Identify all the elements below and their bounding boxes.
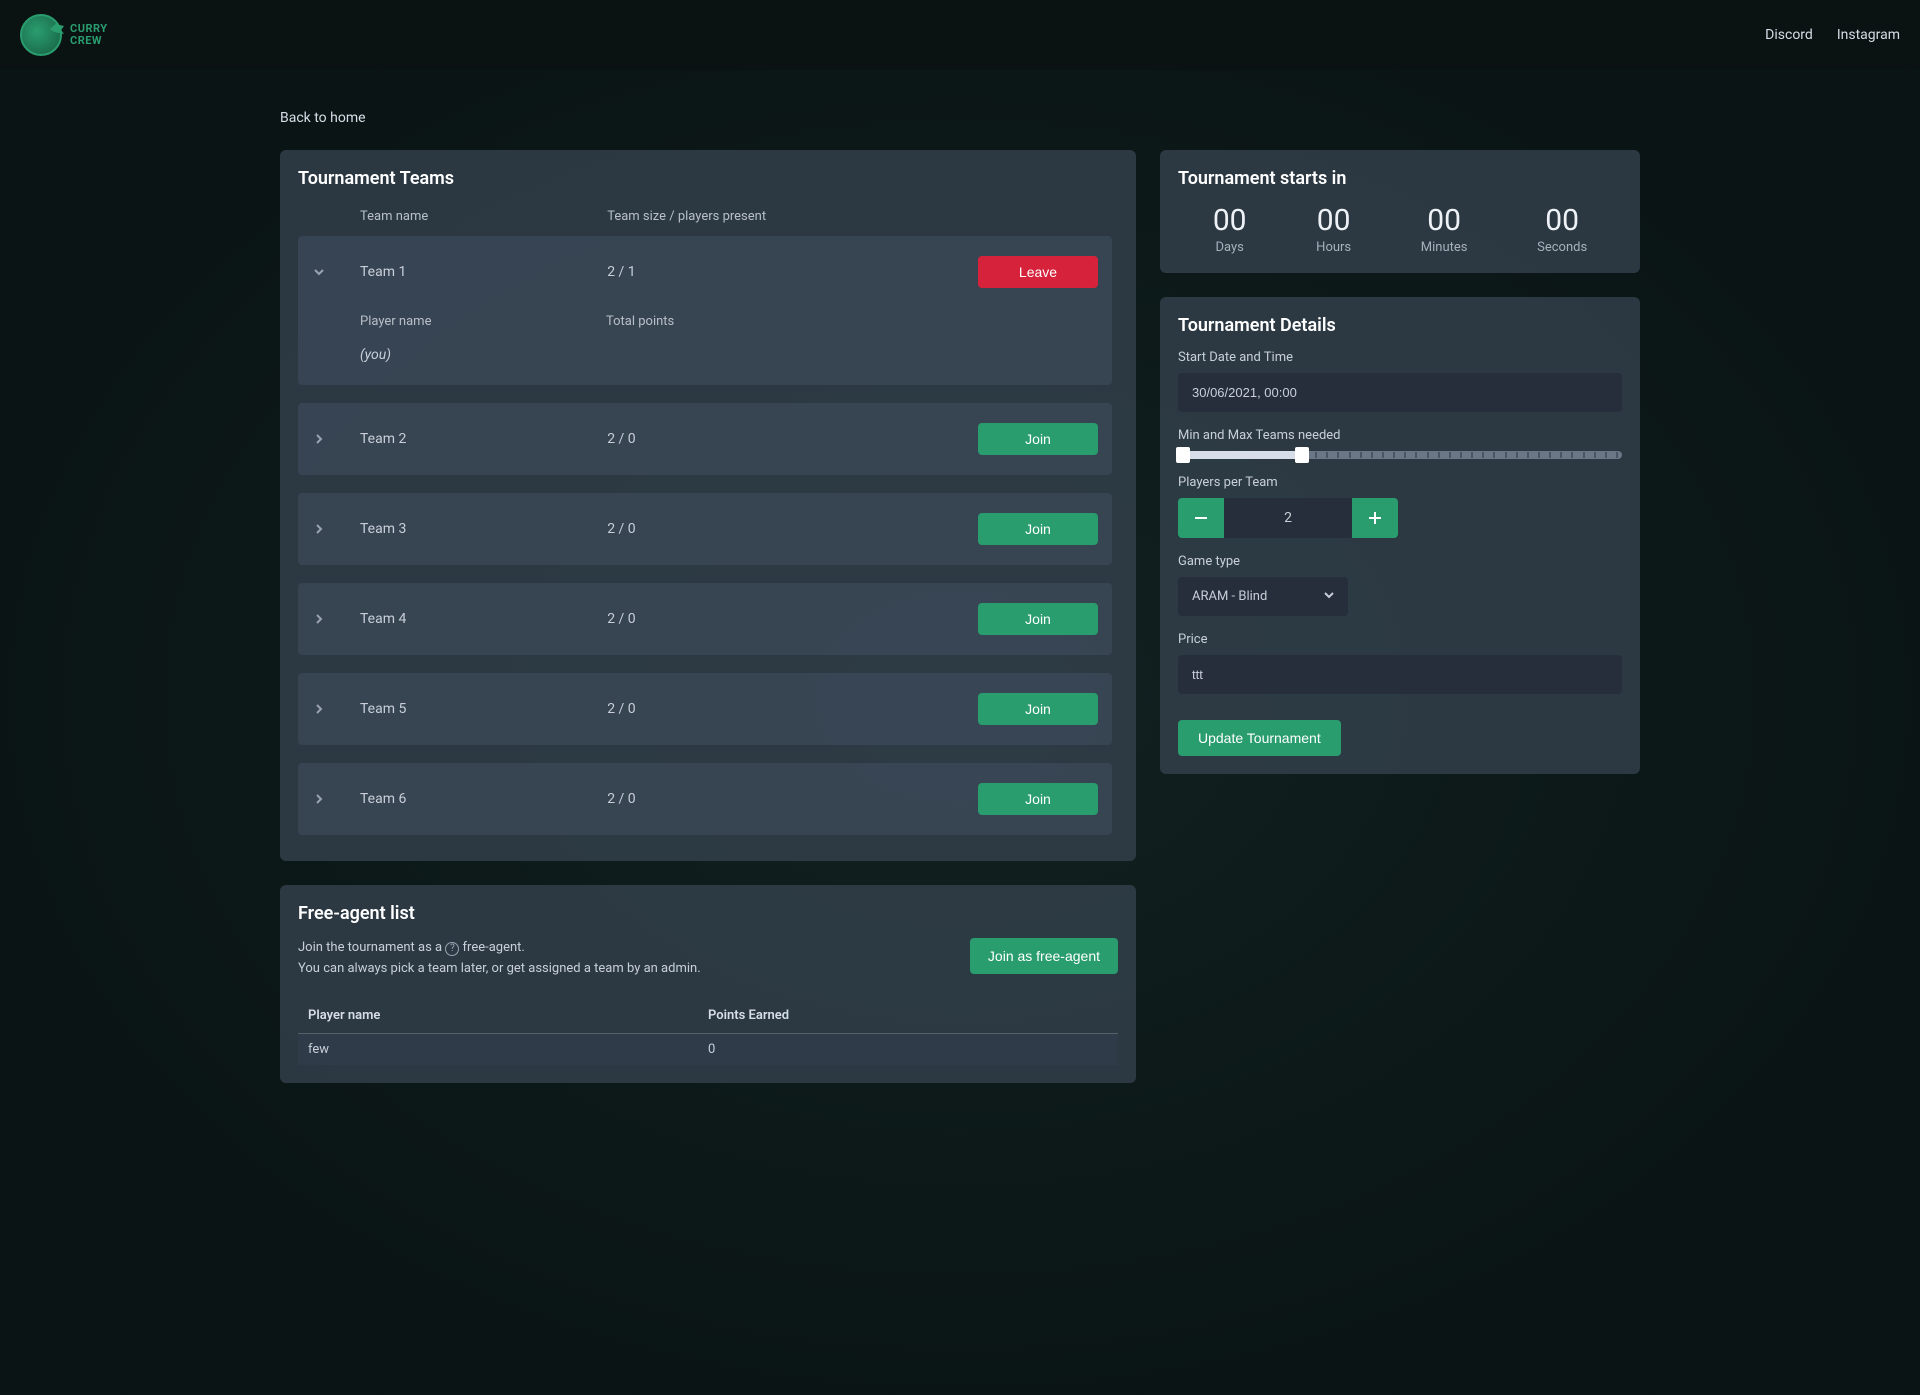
fa-row-points: 0 — [708, 1042, 1108, 1057]
teams-scroll[interactable]: Team name Team size / players present Te… — [298, 203, 1112, 843]
start-date-input[interactable] — [1178, 373, 1622, 412]
countdown-label: Minutes — [1421, 240, 1468, 255]
team-size: 2 / 0 — [607, 431, 978, 447]
team-row: Team 5 2 / 0 Join — [298, 673, 1112, 745]
teams-card-title: Tournament Teams — [298, 168, 1112, 189]
topbar: CURRY CREW Discord Instagram — [0, 0, 1920, 70]
back-to-home-link[interactable]: Back to home — [280, 110, 366, 126]
team-name: Team 3 — [360, 521, 607, 537]
stepper-decrement-button[interactable] — [1178, 498, 1224, 538]
player-col-points: Total points — [606, 314, 852, 329]
stepper-value: 2 — [1224, 498, 1352, 538]
gametype-label: Game type — [1178, 554, 1622, 569]
chevron-down-icon — [1322, 588, 1336, 606]
team-row: Team 2 2 / 0 Join — [298, 403, 1112, 475]
team-name: Team 5 — [360, 701, 607, 717]
teams-col-size: Team size / players present — [607, 209, 978, 224]
team-size: 2 / 0 — [607, 521, 978, 537]
teams-header: Team name Team size / players present — [298, 203, 1112, 236]
free-agent-card: Free-agent list Join the tournament as a… — [280, 885, 1136, 1083]
expand-team-icon[interactable] — [312, 522, 360, 536]
free-agent-title: Free-agent list — [298, 903, 1118, 924]
join-team-button[interactable]: Join — [978, 693, 1098, 725]
nav-link-discord[interactable]: Discord — [1765, 27, 1813, 43]
countdown-segment: 00 Seconds — [1537, 203, 1587, 255]
teams-range-label: Min and Max Teams needed — [1178, 428, 1622, 443]
leave-team-button[interactable]: Leave — [978, 256, 1098, 288]
countdown-segment: 00 Hours — [1316, 203, 1351, 255]
expand-team-icon[interactable] — [312, 432, 360, 446]
player-col-name: Player name — [360, 314, 606, 329]
team-size: 2 / 0 — [607, 701, 978, 717]
team-size: 2 / 0 — [607, 611, 978, 627]
team-size: 2 / 1 — [607, 264, 978, 280]
countdown-value: 00 — [1213, 203, 1247, 238]
team-row: Team 4 2 / 0 Join — [298, 583, 1112, 655]
join-team-button[interactable]: Join — [978, 513, 1098, 545]
start-date-label: Start Date and Time — [1178, 350, 1622, 365]
countdown-card: Tournament starts in 00 Days 00 Hours 00 Minu… — [1160, 150, 1640, 273]
tournament-details-card: Tournament Details Start Date and Time M… — [1160, 297, 1640, 774]
players-stepper: 2 — [1178, 498, 1398, 538]
price-input[interactable] — [1178, 655, 1622, 694]
brand-mark-icon — [20, 14, 62, 56]
teams-col-name: Team name — [360, 209, 607, 224]
range-thumb-min[interactable] — [1176, 447, 1190, 463]
expand-team-icon[interactable] — [312, 702, 360, 716]
team-row: Team 6 2 / 0 Join — [298, 763, 1112, 835]
free-agent-description: Join the tournament as a ? free-agent. Y… — [298, 938, 701, 980]
brand-text: CURRY CREW — [70, 23, 108, 47]
details-title: Tournament Details — [1178, 315, 1622, 336]
brand-logo[interactable]: CURRY CREW — [20, 14, 108, 56]
tournament-teams-card: Tournament Teams Team name Team size / p… — [280, 150, 1136, 861]
countdown-label: Seconds — [1537, 240, 1587, 255]
teams-range-slider[interactable] — [1178, 451, 1622, 459]
expand-team-icon[interactable] — [312, 612, 360, 626]
free-agent-table-header: Player name Points Earned — [298, 998, 1118, 1034]
countdown-label: Days — [1213, 240, 1247, 255]
team-row: Team 3 2 / 0 Join — [298, 493, 1112, 565]
countdown-value: 00 — [1316, 203, 1351, 238]
range-thumb-max[interactable] — [1295, 447, 1309, 463]
join-team-button[interactable]: Join — [978, 423, 1098, 455]
team-name: Team 2 — [360, 431, 607, 447]
countdown-segment: 00 Minutes — [1421, 203, 1468, 255]
countdown-segment: 00 Days — [1213, 203, 1247, 255]
player-row: (you) — [312, 339, 1098, 371]
expand-team-icon[interactable] — [312, 265, 360, 279]
price-label: Price — [1178, 632, 1622, 647]
expand-team-icon[interactable] — [312, 792, 360, 806]
fa-row-name: few — [308, 1042, 708, 1057]
players-per-team-label: Players per Team — [1178, 475, 1622, 490]
team-size: 2 / 0 — [607, 791, 978, 807]
countdown-value: 00 — [1537, 203, 1587, 238]
player-you-label: (you) — [360, 347, 606, 363]
countdown-label: Hours — [1316, 240, 1351, 255]
team-name: Team 6 — [360, 791, 607, 807]
minus-icon — [1193, 510, 1209, 526]
team-name: Team 1 — [360, 264, 607, 280]
nav-links: Discord Instagram — [1765, 27, 1900, 43]
fa-col-name: Player name — [308, 1008, 708, 1023]
free-agent-row: few0 — [298, 1034, 1118, 1065]
update-tournament-button[interactable]: Update Tournament — [1178, 720, 1341, 756]
nav-link-instagram[interactable]: Instagram — [1837, 27, 1900, 43]
team-name: Team 4 — [360, 611, 607, 627]
team-row: Team 1 2 / 1 Leave Player name Total poi… — [298, 236, 1112, 385]
join-team-button[interactable]: Join — [978, 603, 1098, 635]
join-team-button[interactable]: Join — [978, 783, 1098, 815]
stepper-increment-button[interactable] — [1352, 498, 1398, 538]
fa-col-points: Points Earned — [708, 1008, 1108, 1023]
countdown-value: 00 — [1421, 203, 1468, 238]
countdown-title: Tournament starts in — [1178, 168, 1622, 189]
join-free-agent-button[interactable]: Join as free-agent — [970, 938, 1118, 974]
plus-icon — [1367, 510, 1383, 526]
help-icon[interactable]: ? — [445, 942, 459, 956]
